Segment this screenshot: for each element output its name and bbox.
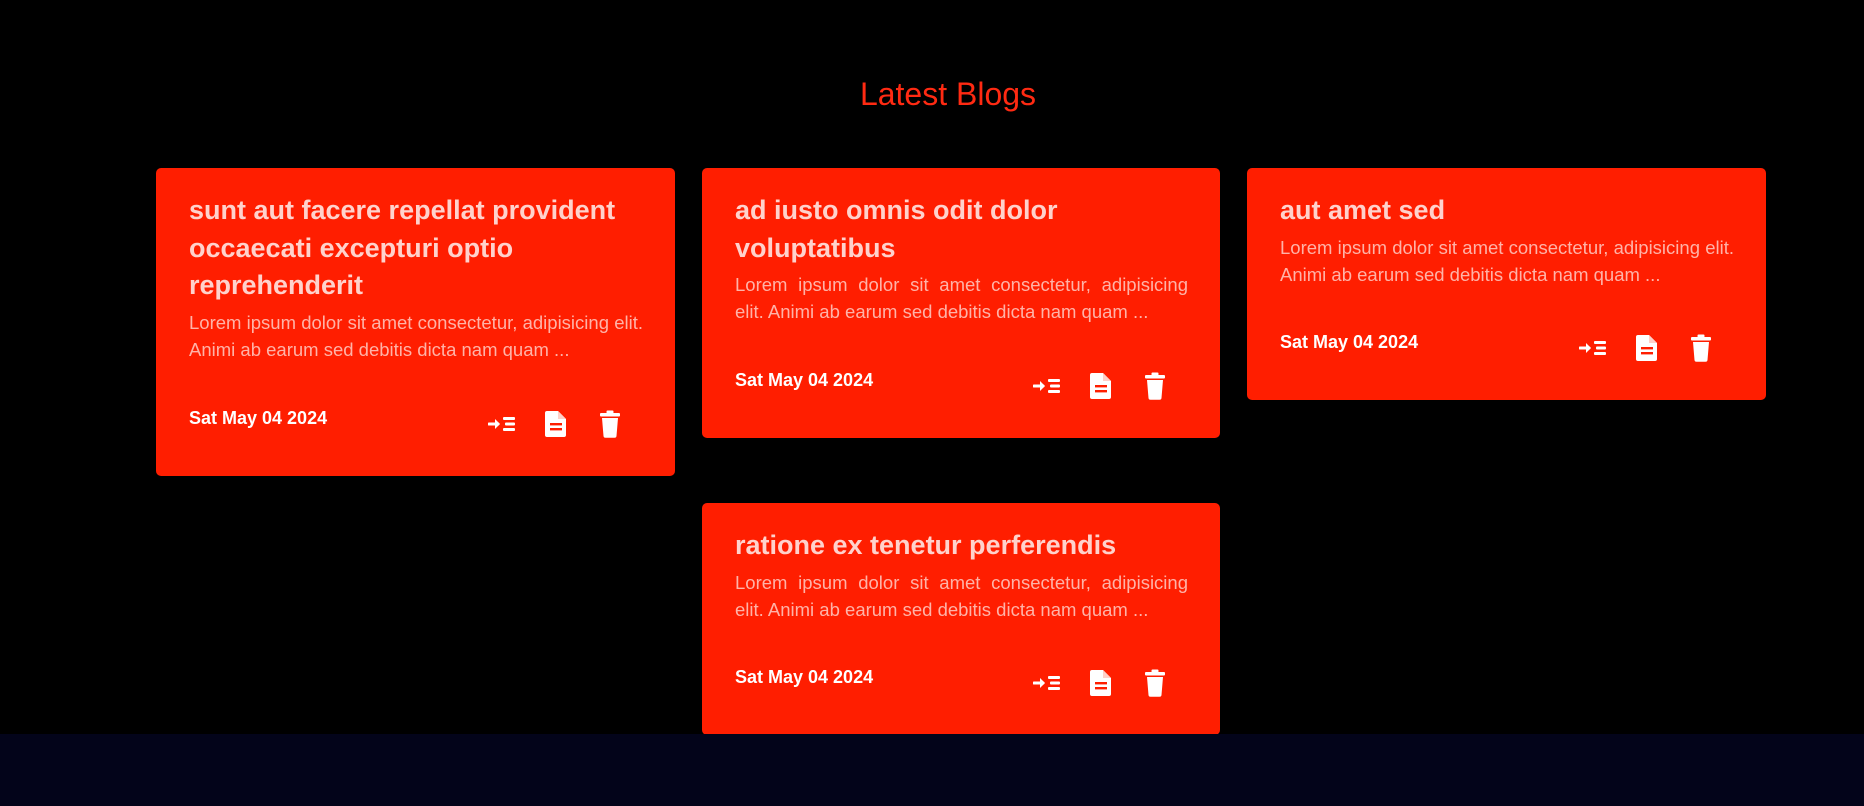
indent-arrow-icon[interactable] [1033,372,1061,400]
blog-card-footer: Sat May 04 2024 [735,368,1188,408]
blog-card: ad iusto omnis odit dolor voluptatibus L… [702,168,1220,438]
document-icon[interactable] [542,410,570,438]
trash-icon[interactable] [1687,334,1715,362]
blog-card-title: sunt aut facere repellat provident occae… [189,195,616,300]
blog-card-actions [488,410,624,438]
blog-card-excerpt: Lorem ipsum dolor sit amet consectetur, … [189,311,643,360]
trash-icon[interactable] [1141,669,1169,697]
blog-card-title: aut amet sed [1280,195,1446,225]
blog-card-excerpt: Lorem ipsum dolor sit amet consectetur, … [1280,236,1734,285]
blog-card-footer: Sat May 04 2024 [735,665,1188,705]
blog-card-date: Sat May 04 2024 [189,408,328,428]
blog-card-date: Sat May 04 2024 [735,370,874,390]
trash-icon[interactable] [596,410,624,438]
blog-card-footer: Sat May 04 2024 [189,406,643,446]
blog-card-footer: Sat May 04 2024 [1280,330,1734,370]
document-icon[interactable] [1087,372,1115,400]
blog-card: aut amet sed Lorem ipsum dolor sit amet … [1247,168,1766,400]
blog-card-excerpt: Lorem ipsum dolor sit amet consectetur, … [735,571,1188,620]
blog-card: ratione ex tenetur perferendis Lorem ips… [702,503,1220,735]
blog-card-date: Sat May 04 2024 [1280,332,1419,352]
blog-card-actions [1033,372,1169,400]
document-icon[interactable] [1087,669,1115,697]
blog-page: Latest Blogs sunt aut facere repellat pr… [0,0,1864,806]
indent-arrow-icon[interactable] [488,410,516,438]
indent-arrow-icon[interactable] [1579,334,1607,362]
indent-arrow-icon[interactable] [1033,669,1061,697]
document-icon[interactable] [1633,334,1661,362]
blog-card-title: ad iusto omnis odit dolor voluptatibus [735,195,1058,263]
blog-card-excerpt: Lorem ipsum dolor sit amet consectetur, … [735,274,1188,322]
blog-card-actions [1033,669,1169,697]
blog-card-actions [1579,334,1715,362]
section-title: Latest Blogs [859,76,1037,112]
blog-card-title: ratione ex tenetur perferendis [735,530,1117,560]
blog-card-date: Sat May 04 2024 [735,667,874,687]
blog-card: sunt aut facere repellat provident occae… [156,168,675,476]
page-footer [0,734,1864,806]
trash-icon[interactable] [1141,372,1169,400]
